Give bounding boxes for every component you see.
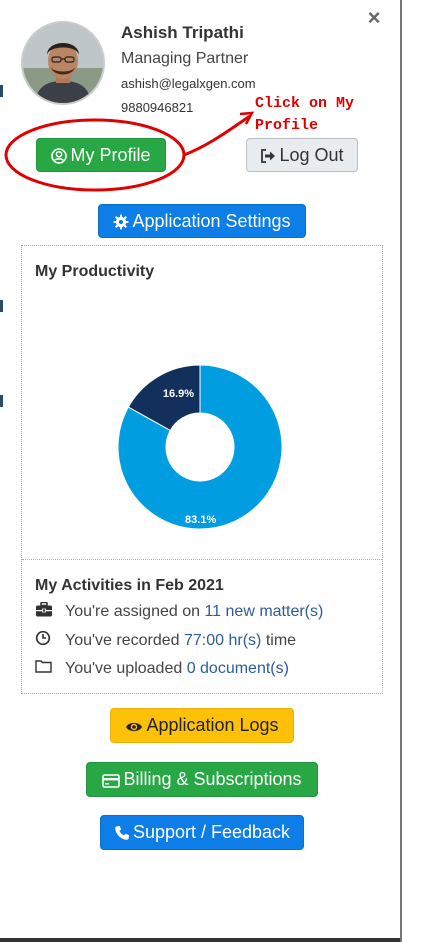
activity-item-matters: You're assigned on 11 new matter(s) (35, 601, 323, 622)
activity-item-time: You've recorded 77:00 hr(s) time (35, 630, 296, 651)
my-profile-label: My Profile (70, 145, 151, 165)
annotation-note: Click on My Profile (255, 93, 395, 137)
user-name: Ashish Tripathi (121, 23, 244, 42)
avatar (21, 21, 105, 105)
activity-prefix: You've uploaded (65, 659, 187, 677)
activity-text: You've recorded 77:00 hr(s) time (65, 632, 296, 649)
activity-text: You've uploaded 0 document(s) (65, 660, 289, 677)
activity-text: You're assigned on 11 new matter(s) (65, 603, 323, 620)
user-role: Managing Partner (121, 50, 249, 67)
productivity-card: My Productivity 83.1% 16.9% My Activities… (21, 245, 383, 694)
user-phone: 9880946821 (121, 100, 194, 115)
application-logs-button[interactable]: Application Logs (110, 708, 294, 743)
left-edge (0, 0, 5, 942)
panel-border (400, 0, 402, 942)
support-feedback-button[interactable]: Support / Feedback (100, 815, 304, 850)
sign-out-icon (261, 149, 276, 163)
edge-mark (0, 85, 3, 97)
matters-link[interactable]: 11 new matter(s) (204, 603, 323, 620)
gear-icon (113, 214, 129, 230)
application-settings-button[interactable]: Application Settings (98, 204, 306, 238)
hours-link[interactable]: 77:00 hr(s) (184, 632, 261, 649)
productivity-donut-chart: 83.1% 16.9% (117, 364, 283, 530)
credit-card-icon (102, 774, 121, 788)
edge-mark (0, 395, 3, 407)
billing-subscriptions-label: Billing & Subscriptions (123, 769, 302, 789)
documents-link[interactable]: 0 document(s) (187, 660, 289, 677)
close-icon[interactable]: × (364, 6, 384, 30)
billing-subscriptions-button[interactable]: Billing & Subscriptions (86, 762, 318, 797)
briefcase-icon (35, 601, 55, 622)
card-divider (22, 559, 382, 560)
support-feedback-label: Support / Feedback (132, 822, 291, 842)
log-out-label: Log Out (279, 145, 344, 165)
activity-item-documents: You've uploaded 0 document(s) (35, 659, 289, 678)
activity-prefix: You've recorded (65, 631, 184, 649)
avatar-photo (23, 23, 103, 103)
activity-suffix: time (261, 631, 297, 649)
application-settings-label: Application Settings (132, 211, 291, 231)
annotation-arrow-line (183, 114, 251, 157)
edge-mark (0, 300, 3, 312)
eye-icon (126, 722, 143, 732)
application-logs-label: Application Logs (146, 715, 279, 735)
user-circle-icon (51, 148, 68, 164)
folder-icon (35, 659, 55, 678)
annotation-arrow-head (239, 111, 255, 125)
my-profile-button[interactable]: My Profile (36, 138, 166, 172)
panel-bottom-border (0, 938, 400, 942)
annotation-line: Click on My (255, 95, 355, 112)
annotation-line: Profile (255, 117, 319, 134)
donut-data-label: 16.9% (163, 388, 194, 400)
clock-icon (35, 630, 55, 651)
activity-prefix: You're assigned on (65, 603, 205, 621)
donut-data-label: 83.1% (185, 514, 216, 526)
activities-title: My Activities in Feb 2021 (35, 577, 224, 594)
phone-icon (115, 826, 129, 840)
log-out-button[interactable]: Log Out (246, 138, 358, 172)
user-email: ashish@legalxgen.com (121, 76, 256, 91)
